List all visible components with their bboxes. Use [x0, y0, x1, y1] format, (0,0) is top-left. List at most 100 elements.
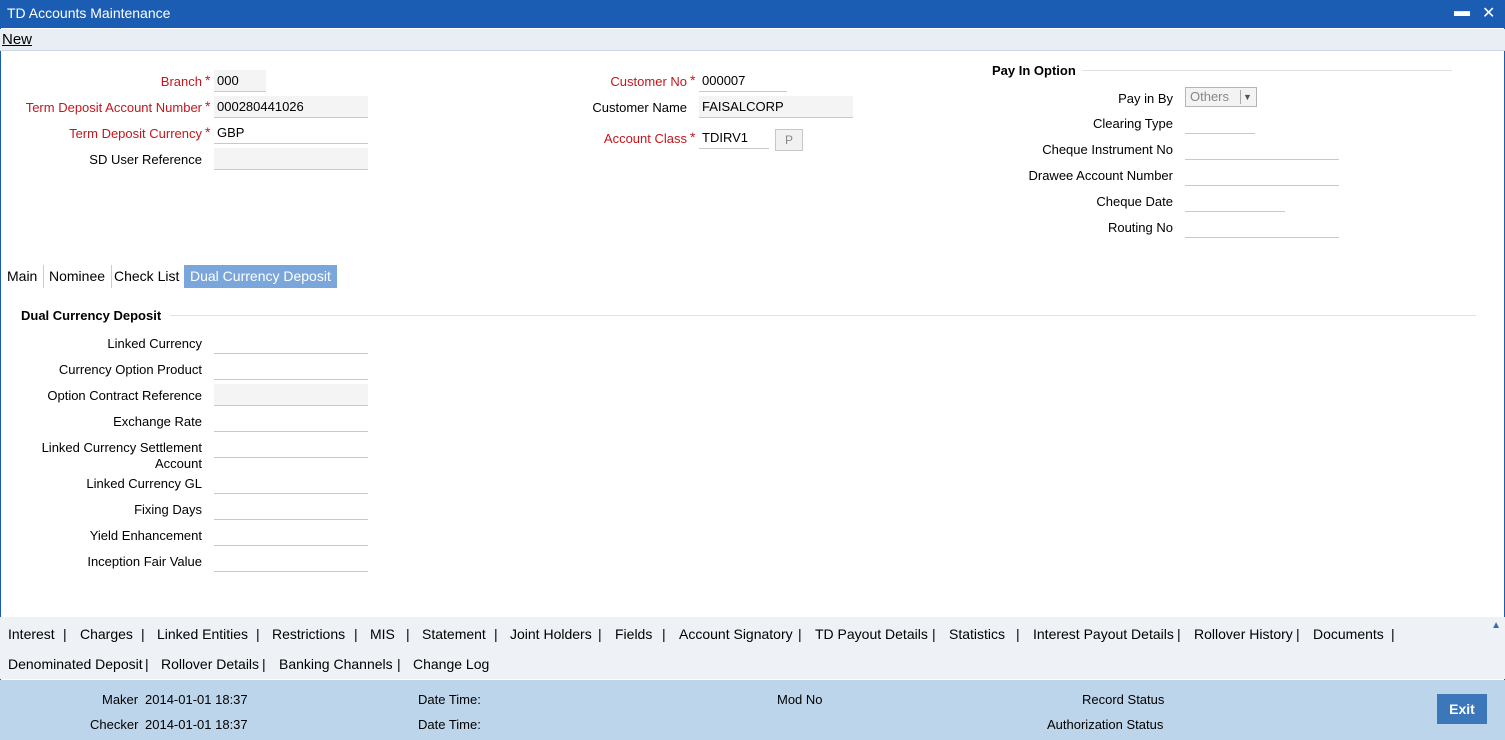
customer-no-label: Customer No: [610, 74, 687, 89]
drawee-account-number-field[interactable]: [1185, 164, 1339, 186]
menu-bar: New: [0, 29, 1505, 51]
link-separator: |: [598, 626, 602, 642]
pay-in-by-label: Pay in By: [1118, 91, 1173, 106]
required-star: *: [205, 98, 211, 114]
link-denominated-deposit[interactable]: Denominated Deposit: [8, 656, 143, 672]
link-joint-holders[interactable]: Joint Holders: [510, 626, 592, 642]
link-restrictions[interactable]: Restrictions: [272, 626, 345, 642]
linked-currency-field[interactable]: [214, 332, 368, 354]
account-class-field[interactable]: TDIRV1: [699, 127, 769, 149]
link-separator: |: [662, 626, 666, 642]
option-contract-reference-field[interactable]: [214, 384, 368, 406]
td-account-label: Term Deposit Account Number: [25, 100, 202, 115]
checker-date-time-label: Date Time:: [418, 717, 481, 732]
linked-currency-gl-field[interactable]: [214, 472, 368, 494]
link-separator: |: [406, 626, 410, 642]
option-contract-reference-label: Option Contract Reference: [47, 388, 202, 403]
pay-in-divider: [1082, 70, 1452, 71]
link-separator: |: [63, 626, 67, 642]
close-icon[interactable]: ✕: [1482, 3, 1495, 23]
exit-button[interactable]: Exit: [1437, 694, 1487, 724]
link-rollover-history[interactable]: Rollover History: [1194, 626, 1293, 642]
link-change-log[interactable]: Change Log: [413, 656, 489, 672]
linked-currency-label: Linked Currency: [107, 336, 202, 351]
branch-label: Branch: [160, 74, 202, 89]
pay-in-by-select[interactable]: Others: [1185, 87, 1257, 107]
minimize-icon[interactable]: ▬: [1454, 3, 1470, 21]
link-separator: |: [145, 656, 149, 672]
link-rollover-details[interactable]: Rollover Details: [161, 656, 259, 672]
inception-fair-value-label: Inception Fair Value: [87, 554, 202, 569]
td-currency-label: Term Deposit Currency: [69, 126, 202, 141]
td-currency-field[interactable]: GBP: [214, 122, 368, 144]
window-title: TD Accounts Maintenance: [7, 5, 171, 21]
new-menu-item[interactable]: New: [2, 31, 32, 48]
title-bar: TD Accounts Maintenance ▬ ✕: [0, 0, 1505, 28]
yield-enhancement-field[interactable]: [214, 524, 368, 546]
drawee-account-number-label: Drawee Account Number: [1028, 168, 1173, 183]
cheque-instrument-no-field[interactable]: [1185, 138, 1339, 160]
link-separator: |: [262, 656, 266, 672]
cheque-date-label: Cheque Date: [1096, 194, 1173, 209]
link-separator: |: [1016, 626, 1020, 642]
chevron-down-icon: [1240, 90, 1254, 104]
record-status-label: Record Status: [1082, 692, 1165, 707]
link-interest[interactable]: Interest: [8, 626, 55, 642]
clearing-type-field[interactable]: [1185, 112, 1255, 134]
required-star: *: [205, 72, 211, 88]
checker-label: Checker: [90, 717, 139, 732]
customer-no-field[interactable]: 000007: [699, 70, 787, 92]
link-separator: |: [1177, 626, 1181, 642]
link-documents[interactable]: Documents: [1313, 626, 1384, 642]
required-star: *: [205, 124, 211, 140]
branch-field[interactable]: 000: [214, 70, 266, 92]
exchange-rate-label: Exchange Rate: [113, 414, 202, 429]
tab-dual-currency-deposit[interactable]: Dual Currency Deposit: [184, 265, 337, 288]
customer-name-field: FAISALCORP: [699, 96, 853, 118]
link-linked-entities[interactable]: Linked Entities: [157, 626, 248, 642]
td-account-field[interactable]: 000280441026: [214, 96, 368, 118]
link-separator: |: [256, 626, 260, 642]
link-statement[interactable]: Statement: [422, 626, 486, 642]
fixing-days-label: Fixing Days: [134, 502, 202, 517]
sd-user-ref-field[interactable]: [214, 148, 368, 170]
link-separator: |: [141, 626, 145, 642]
pay-in-option-title: Pay In Option: [992, 63, 1076, 78]
mod-no-label: Mod No: [777, 692, 823, 707]
customer-name-label: Customer Name: [592, 100, 687, 115]
account-class-label: Account Class: [603, 131, 687, 146]
required-star: *: [690, 129, 696, 145]
currency-option-product-field[interactable]: [214, 358, 368, 380]
scroll-up-icon[interactable]: ▲: [1491, 620, 1501, 631]
link-banking-channels[interactable]: Banking Channels: [279, 656, 393, 672]
linked-ccy-settlement-account-field[interactable]: [214, 436, 368, 458]
link-fields[interactable]: Fields: [615, 626, 652, 642]
linked-currency-gl-label: Linked Currency GL: [86, 476, 202, 491]
inception-fair-value-field[interactable]: [214, 550, 368, 572]
tab-check-list[interactable]: Check List: [108, 265, 187, 288]
yield-enhancement-label: Yield Enhancement: [89, 528, 202, 543]
link-mis[interactable]: MIS: [370, 626, 395, 642]
fixing-days-field[interactable]: [214, 498, 368, 520]
link-interest-payout-details[interactable]: Interest Payout Details: [1033, 626, 1174, 642]
link-statistics[interactable]: Statistics: [949, 626, 1005, 642]
routing-no-field[interactable]: [1185, 216, 1339, 238]
tab-nominee[interactable]: Nominee: [43, 265, 113, 288]
dcd-divider: [170, 315, 1476, 316]
link-td-payout-details[interactable]: TD Payout Details: [815, 626, 928, 642]
tab-main[interactable]: Main: [1, 265, 45, 288]
link-charges[interactable]: Charges: [80, 626, 133, 642]
linked-ccy-settlement-label-line1: Linked Currency Settlement: [41, 440, 202, 455]
authorization-status-label: Authorization Status: [1047, 717, 1164, 732]
currency-option-product-label: Currency Option Product: [58, 362, 202, 377]
link-account-signatory[interactable]: Account Signatory: [679, 626, 793, 642]
account-class-lookup-button[interactable]: P: [775, 129, 803, 151]
cheque-date-field[interactable]: [1185, 190, 1285, 212]
sd-user-ref-label: SD User Reference: [89, 152, 202, 167]
link-separator: |: [397, 656, 401, 672]
dcd-section-title: Dual Currency Deposit: [21, 308, 162, 323]
routing-no-label: Routing No: [1107, 220, 1173, 235]
required-star: *: [690, 72, 696, 88]
exchange-rate-field[interactable]: [214, 410, 368, 432]
link-separator: |: [1296, 626, 1300, 642]
